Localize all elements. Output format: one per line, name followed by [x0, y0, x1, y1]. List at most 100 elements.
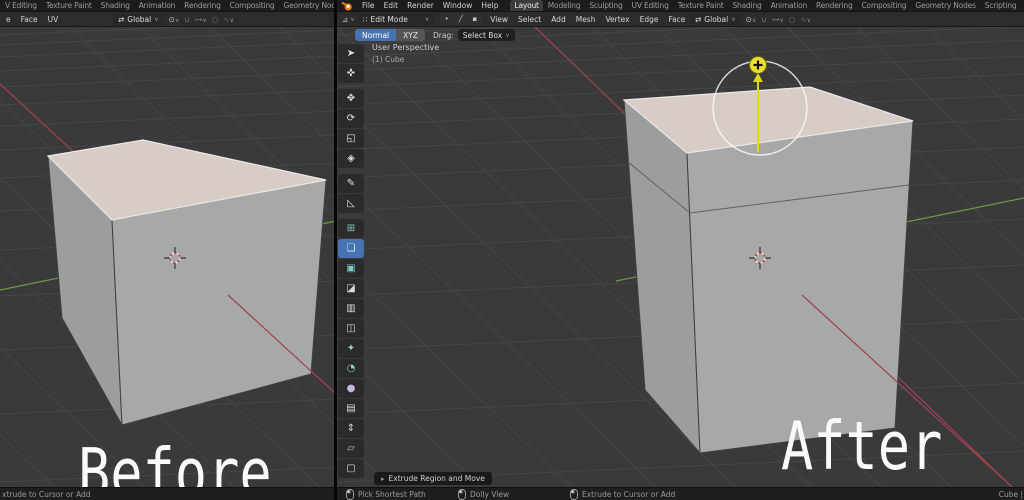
- tool-transform[interactable]: ◈: [338, 149, 364, 168]
- blender-logo-icon[interactable]: [341, 1, 353, 11]
- viewport-header: e Face UV ⇄ Global ∨ ⊙∨ ∪ ⊶∨ ○ ∿∨: [0, 12, 334, 27]
- workspace-tab-uv-editing[interactable]: UV Editing: [628, 0, 673, 11]
- menu-edge[interactable]: Edge: [640, 15, 659, 24]
- workspace-tab-v-editing[interactable]: V Editing: [1, 0, 41, 11]
- spin-icon: ◔: [346, 363, 356, 374]
- menu-select[interactable]: Select: [518, 15, 541, 24]
- edge-slide-icon: ▤: [346, 403, 356, 414]
- tool-add-cube[interactable]: ⊞: [338, 219, 364, 238]
- tool-rip-region[interactable]: ▢: [338, 459, 364, 478]
- operator-panel[interactable]: ▸ Extrude Region and Move: [374, 472, 492, 485]
- orientation-option-normal[interactable]: Normal: [355, 29, 397, 41]
- tool-edge-slide[interactable]: ▤: [338, 399, 364, 418]
- cube-front-face[interactable]: [686, 120, 914, 454]
- workspace-tab-compositing[interactable]: Compositing: [858, 0, 911, 11]
- snap-target-dropdown[interactable]: ⊶∨: [195, 15, 207, 24]
- cube-before[interactable]: [46, 139, 327, 426]
- drag-label: Drag:: [433, 30, 454, 40]
- menu-view[interactable]: View: [490, 15, 508, 24]
- workspace-tab-animation[interactable]: Animation: [135, 0, 179, 11]
- transform-orientation-dropdown[interactable]: ⇄ Global ∨: [113, 13, 164, 26]
- chevron-down-icon: ∨: [779, 17, 784, 24]
- editor-type-dropdown[interactable]: ⊿ ∨: [339, 15, 355, 24]
- drag-mode-dropdown[interactable]: Select Box ∨: [457, 29, 515, 41]
- snap-target-dropdown[interactable]: ⊶∨: [772, 15, 784, 24]
- edge-select-button[interactable]: ╱: [454, 13, 468, 25]
- vertex-select-button[interactable]: •: [440, 13, 454, 25]
- menu-edit[interactable]: Edit: [384, 1, 399, 10]
- workspace-tab-sculpting[interactable]: Sculpting: [585, 0, 626, 11]
- workspace-tab-texture-paint[interactable]: Texture Paint: [42, 0, 96, 11]
- face-select-button[interactable]: ▪: [468, 13, 482, 25]
- proportional-editing-icon[interactable]: ○: [212, 15, 219, 24]
- tool-scale[interactable]: ◱: [338, 129, 364, 148]
- shrink-fatten-icon: ⇕: [346, 423, 356, 434]
- menu-mesh[interactable]: Mesh: [576, 15, 596, 24]
- menu-add[interactable]: Add: [551, 15, 566, 24]
- tool-inset-faces[interactable]: ▣: [338, 259, 364, 278]
- viewport-3d-after[interactable]: ➤ ✜ ✥ ⟳ ◱ ◈ ✎ ◺ ⊞ ❏ ▣ ◪ ▥ ◫ ✦ ◔ ● ▤ ⇕ ▱ ▢ Normal XYZ Drag: S…: [337, 27, 1024, 487]
- menu-uv[interactable]: UV: [48, 15, 59, 24]
- menu-e[interactable]: e: [6, 15, 11, 24]
- status-hint-label: Extrude to Cursor or Add: [582, 490, 676, 499]
- edge-select-icon: ╱: [454, 13, 468, 25]
- menu-file[interactable]: File: [362, 1, 375, 10]
- falloff-dropdown[interactable]: ∿∨: [800, 15, 811, 24]
- extrude-region-icon: ❏: [346, 243, 356, 254]
- tool-move[interactable]: ✥: [338, 89, 364, 108]
- tool-poly-build[interactable]: ✦: [338, 339, 364, 358]
- mode-dropdown[interactable]: ∷ Edit Mode ∨: [357, 13, 435, 25]
- tool-extrude-region[interactable]: ❏: [338, 239, 364, 258]
- tool-loop-cut[interactable]: ▥: [338, 299, 364, 318]
- workspace-tab-rendering[interactable]: Rendering: [812, 0, 857, 11]
- workspace-tab-compositing[interactable]: Compositing: [226, 0, 279, 11]
- orientation-option-xyz[interactable]: XYZ: [396, 29, 425, 41]
- workspace-tab-shading[interactable]: Shading: [729, 0, 766, 11]
- proportional-editing-icon[interactable]: ○: [789, 15, 796, 24]
- workspace-tab-animation[interactable]: Animation: [767, 0, 811, 11]
- pivot-point-dropdown[interactable]: ⊙∨: [169, 15, 180, 24]
- tool-spin[interactable]: ◔: [338, 359, 364, 378]
- workspace-tab-texture-paint[interactable]: Texture Paint: [674, 0, 728, 11]
- active-object: (1) Cube: [372, 55, 405, 64]
- cube-after[interactable]: [622, 86, 914, 455]
- select-box-icon: ➤: [346, 48, 356, 59]
- workspace-tab-shading[interactable]: Shading: [97, 0, 134, 11]
- workspace-tab-geometry-nodes[interactable]: Geometry Nodes: [279, 0, 334, 11]
- tool-rotate[interactable]: ⟳: [338, 109, 364, 128]
- menu-render[interactable]: Render: [407, 1, 434, 10]
- drag-mode-value: Select Box: [462, 30, 503, 40]
- tool-cursor[interactable]: ✜: [338, 64, 364, 83]
- menu-vertex[interactable]: Vertex: [605, 15, 629, 24]
- falloff-dropdown[interactable]: ∿∨: [223, 15, 234, 24]
- poly-build-icon: ✦: [346, 343, 356, 354]
- tool-smooth[interactable]: ●: [338, 379, 364, 398]
- tool-annotate[interactable]: ✎: [338, 174, 364, 193]
- tool-shrink-fatten[interactable]: ⇕: [338, 419, 364, 438]
- mode-cluster: ⊿ ∨ ∷ Edit Mode ∨ • ╱ ▪ View Select Add Mes…: [337, 13, 706, 25]
- tool-select-box[interactable]: ➤: [338, 44, 364, 63]
- snap-magnet-icon[interactable]: ∪: [761, 15, 767, 24]
- tool-measure[interactable]: ◺: [338, 194, 364, 213]
- snap-magnet-icon[interactable]: ∪: [184, 15, 190, 24]
- viewport-menus: ViewSelectAddMeshVertexEdgeFaceUV: [484, 15, 706, 24]
- pivot-point-dropdown[interactable]: ⊙∨: [746, 15, 757, 24]
- cube-front-face[interactable]: [111, 179, 327, 426]
- workspace-tab-layout[interactable]: Layout: [510, 0, 543, 11]
- workspace-tab-modeling[interactable]: Modeling: [544, 0, 585, 11]
- view-name: User Perspective: [372, 43, 440, 52]
- app-menus: File Edit Render Window Help: [337, 1, 504, 11]
- viewport-3d-before[interactable]: Before: [0, 27, 334, 487]
- menu-face[interactable]: Face: [21, 15, 38, 24]
- after-label: After: [781, 407, 943, 485]
- tool-shear[interactable]: ▱: [338, 439, 364, 458]
- workspace-tab-scripting[interactable]: Scripting: [981, 0, 1021, 11]
- tool-knife[interactable]: ◫: [338, 319, 364, 338]
- tool-bevel[interactable]: ◪: [338, 279, 364, 298]
- menu-help[interactable]: Help: [481, 1, 498, 10]
- menu-face[interactable]: Face: [668, 15, 685, 24]
- workspace-tab-geometry-nodes[interactable]: Geometry Nodes: [911, 0, 979, 11]
- workspace-tab-rendering[interactable]: Rendering: [180, 0, 225, 11]
- transform-orientation-dropdown[interactable]: ⇄ Global ∨: [690, 13, 741, 26]
- menu-window[interactable]: Window: [443, 1, 473, 10]
